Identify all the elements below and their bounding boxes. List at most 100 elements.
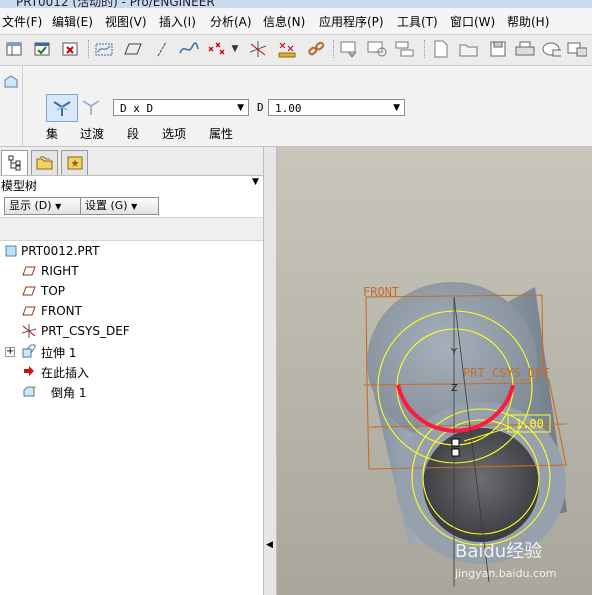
window-icon[interactable]: [4, 39, 24, 59]
tree-item-front[interactable]: FRONT: [0, 301, 260, 321]
plane-icon[interactable]: [123, 39, 143, 59]
chevron-down-icon: ▼: [55, 202, 62, 211]
tab-pieces[interactable]: 段: [127, 125, 139, 142]
part-icon: [4, 244, 18, 258]
model-graphics: Y Z FRONT PRT_CSYS_DEF 1.00 Baidu经验 jing…: [362, 282, 568, 587]
baidu-watermark-url: jingyan.baidu.com: [454, 567, 557, 580]
menu-window[interactable]: 窗口(W): [450, 13, 495, 30]
model-tree-icon: [8, 155, 20, 171]
tree-item-label: 拉伸 1: [41, 346, 77, 360]
tree-item-label: FRONT: [41, 304, 82, 318]
edge-chamfer-mode-icon[interactable]: [46, 94, 78, 122]
d-value-input[interactable]: 1.00 ▼: [268, 99, 405, 116]
chamfer-type-combo[interactable]: D x D ▼: [113, 99, 249, 116]
menu-insert[interactable]: 插入(I): [159, 13, 196, 30]
layers-icon[interactable]: [395, 39, 415, 59]
dropdown-arrow-icon[interactable]: ▼: [229, 39, 241, 59]
tree-item-label: PRT_CSYS_DEF: [41, 324, 130, 338]
rename-icon[interactable]: [567, 39, 587, 59]
axis-y-label: Y: [450, 347, 458, 358]
chevron-down-icon: ▼: [393, 103, 400, 113]
datum-plane-icon: [22, 284, 36, 298]
datum-display-icon[interactable]: [94, 39, 114, 59]
menu-applications[interactable]: 应用程序(P): [319, 13, 384, 30]
drag-handle: [451, 438, 460, 447]
tab-folder-browser[interactable]: [31, 150, 58, 175]
analysis-icon[interactable]: [277, 39, 297, 59]
show-menu-label: 显示 (D): [9, 199, 52, 212]
show-menu-button[interactable]: 显示 (D) ▼: [4, 197, 81, 215]
menu-tools[interactable]: 工具(T): [397, 13, 438, 30]
point-icon[interactable]: [207, 39, 227, 59]
d-value: 1.00: [275, 102, 302, 115]
toolbar-separator: [88, 40, 89, 58]
tab-options[interactable]: 选项: [162, 125, 186, 142]
panel-splitter[interactable]: ◀: [264, 147, 277, 595]
menu-analysis[interactable]: 分析(A): [210, 13, 252, 30]
print-icon[interactable]: [515, 39, 535, 59]
tree-item-top[interactable]: TOP: [0, 281, 260, 301]
view-manager-icon[interactable]: [340, 39, 360, 59]
link-icon[interactable]: [306, 39, 326, 59]
axis-z-label: Z: [451, 383, 458, 394]
drag-handle: [451, 448, 460, 457]
main-toolbar: ▼: [0, 35, 592, 66]
chevron-down-icon: ▼: [237, 103, 244, 113]
settings-menu-button[interactable]: 设置 (G) ▼: [80, 197, 159, 215]
tree-item-label: RIGHT: [41, 264, 79, 278]
csys-icon[interactable]: [248, 39, 268, 59]
tab-favorites[interactable]: [61, 150, 88, 175]
window-title: PRT0012 (活动的) - Pro/ENGINEER: [16, 0, 215, 8]
tree-item-chamfer[interactable]: * 倒角 1: [0, 381, 260, 401]
menu-view[interactable]: 视图(V): [105, 13, 147, 30]
navigator-tabs: [0, 147, 263, 176]
front-datum-label: FRONT: [363, 285, 399, 299]
model-tree-title: 模型树: [1, 179, 38, 193]
tree-column-header: [0, 217, 263, 241]
collapse-arrow-icon[interactable]: ◀: [266, 540, 273, 550]
datum-plane-icon: [22, 264, 36, 278]
email-icon[interactable]: [541, 39, 561, 59]
feature-dashboard: D x D ▼ D 1.00 ▼ 集 过渡 段 选项 属性: [0, 66, 592, 147]
insert-here-arrow-icon: [22, 364, 36, 378]
chamfer-feature-icon: [4, 75, 18, 88]
tab-sets[interactable]: 集: [46, 125, 58, 142]
d-label: D: [257, 101, 264, 114]
dimension-value: 1.00: [515, 417, 544, 431]
new-file-icon[interactable]: [431, 39, 451, 59]
dashboard-left-strip: [0, 66, 23, 146]
axis-icon[interactable]: [152, 39, 172, 59]
extrude-icon: [22, 344, 36, 358]
expand-icon[interactable]: +: [5, 347, 15, 357]
menu-help[interactable]: 帮助(H): [507, 13, 549, 30]
menu-info[interactable]: 信息(N): [263, 13, 305, 30]
curve-icon[interactable]: [179, 39, 199, 59]
menu-edit[interactable]: 编辑(E): [52, 13, 93, 30]
save-icon[interactable]: [488, 39, 508, 59]
settings-menu-label: 设置 (G): [85, 199, 128, 212]
csys-icon: [21, 324, 37, 338]
open-file-icon[interactable]: [459, 39, 479, 59]
chamfer-type-value: D x D: [120, 102, 154, 115]
tab-properties[interactable]: 属性: [209, 125, 233, 142]
close-window-icon[interactable]: [60, 39, 80, 59]
svg-text:*: *: [32, 385, 37, 395]
corner-chamfer-mode-icon[interactable]: [80, 94, 102, 120]
menu-bar: 文件(F) 编辑(E) 视图(V) 插入(I) 分析(A) 信息(N) 应用程序…: [0, 8, 592, 35]
tree-item-insert-here[interactable]: 在此插入: [0, 361, 260, 381]
graphics-viewport[interactable]: Y Z FRONT PRT_CSYS_DEF 1.00 Baidu经验 jing…: [277, 147, 592, 595]
save-window-icon[interactable]: [32, 39, 52, 59]
toolbar-separator: [424, 40, 425, 58]
regenerate-icon[interactable]: [367, 39, 387, 59]
tab-transitions[interactable]: 过渡: [80, 125, 104, 142]
tree-item-right[interactable]: RIGHT: [0, 261, 260, 281]
toolbar-separator: [333, 40, 334, 58]
menu-file[interactable]: 文件(F): [2, 13, 42, 30]
tree-item-extrude[interactable]: + 拉伸 1: [0, 341, 260, 361]
tree-item-root[interactable]: PRT0012.PRT: [0, 241, 260, 261]
panel-menu-chevron-icon[interactable]: ▼: [252, 177, 259, 187]
tree-item-label: 倒角 1: [51, 386, 87, 400]
tab-model-tree[interactable]: [1, 150, 28, 175]
tree-item-csys[interactable]: PRT_CSYS_DEF: [0, 321, 260, 341]
tree-item-label: PRT0012.PRT: [21, 244, 100, 258]
